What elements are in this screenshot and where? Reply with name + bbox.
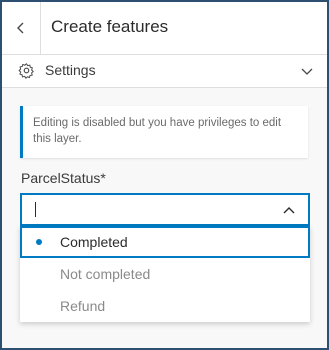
text-caret: [35, 202, 36, 217]
chevron-up-icon[interactable]: [283, 205, 295, 217]
option-completed[interactable]: Completed: [20, 226, 310, 258]
create-features-panel: Create features Settings Editing is disa…: [0, 0, 329, 350]
page-title: Create features: [51, 17, 169, 36]
gear-icon: [18, 63, 34, 79]
parcel-status-dropdown: Completed Not completed Refund: [20, 226, 310, 322]
parcel-status-combobox[interactable]: [20, 193, 310, 226]
chevron-left-icon: [17, 22, 24, 34]
parcel-status-label: ParcelStatus*: [21, 170, 106, 186]
option-refund[interactable]: Refund: [20, 290, 310, 322]
back-button[interactable]: [2, 2, 41, 54]
option-label: Not completed: [60, 266, 151, 282]
editing-disabled-notice: Editing is disabled but you have privile…: [20, 106, 308, 158]
settings-section-toggle[interactable]: Settings: [2, 55, 327, 88]
panel-header: Create features: [2, 2, 327, 55]
panel-content: Editing is disabled but you have privile…: [2, 88, 327, 348]
option-label: Completed: [60, 234, 128, 250]
selected-bullet-icon: [36, 239, 42, 245]
chevron-down-icon: [301, 68, 313, 75]
option-not-completed[interactable]: Not completed: [20, 258, 310, 290]
settings-label: Settings: [45, 62, 96, 78]
option-label: Refund: [60, 298, 106, 314]
